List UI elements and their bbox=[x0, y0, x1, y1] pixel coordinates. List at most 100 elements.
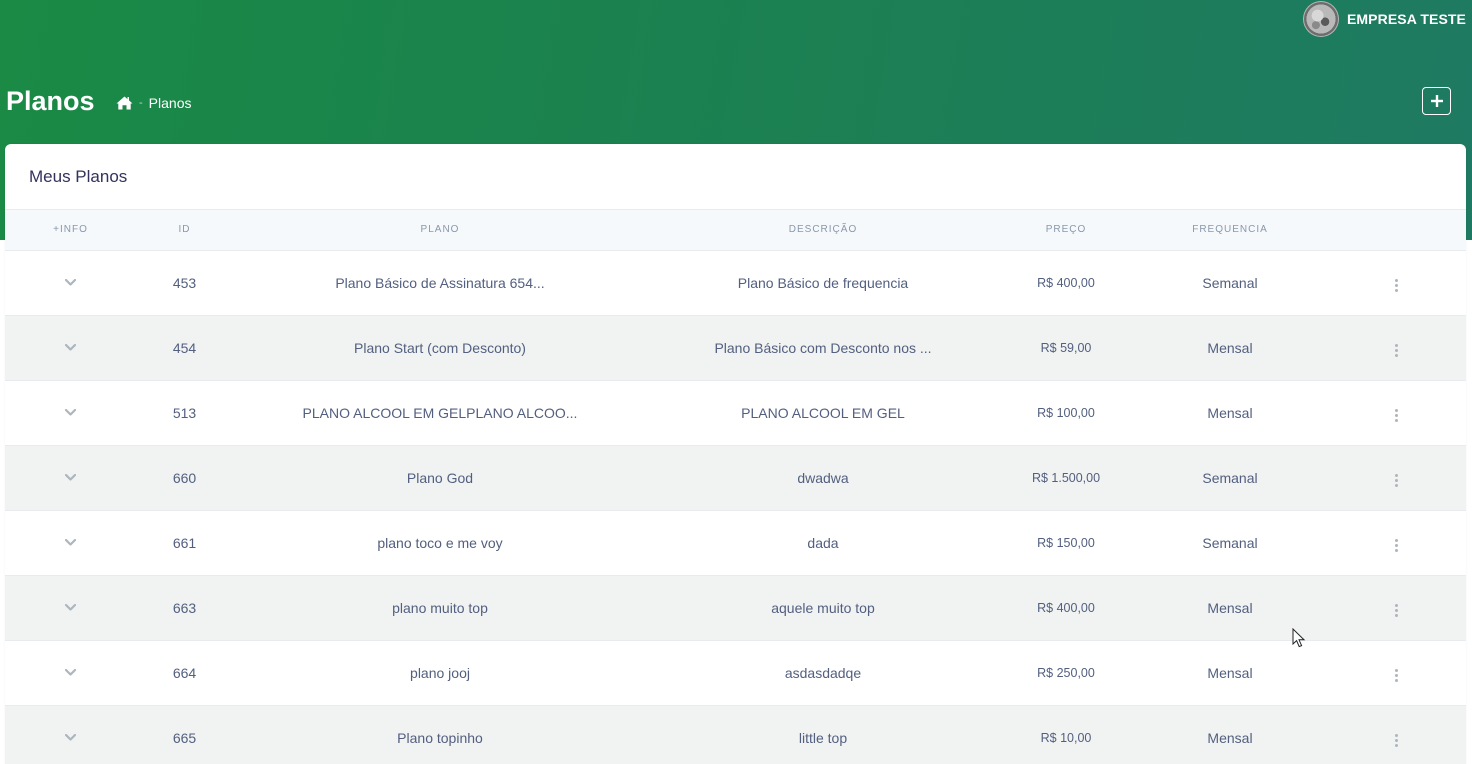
table-row[interactable]: 661 plano toco e me voy dada R$ 150,00 Seman… bbox=[5, 510, 1466, 575]
kebab-menu-icon[interactable] bbox=[1391, 732, 1402, 749]
cell-plano: plano muito top bbox=[392, 599, 488, 616]
table-header-row: +Info ID Plano Descrição Preço Frequenci… bbox=[5, 210, 1466, 251]
column-header-id: ID bbox=[136, 210, 233, 251]
cell-preco: R$ 59,00 bbox=[1040, 340, 1092, 355]
actions-cell bbox=[1327, 575, 1466, 640]
chevron-down-icon[interactable] bbox=[64, 468, 77, 484]
cell-frequencia: Semanal bbox=[1202, 274, 1258, 291]
cell-id: 665 bbox=[172, 729, 197, 746]
kebab-menu-icon[interactable] bbox=[1391, 667, 1402, 684]
expand-cell bbox=[5, 705, 136, 764]
cell-preco: R$ 400,00 bbox=[1037, 600, 1095, 615]
breadcrumb-separator: - bbox=[139, 97, 143, 109]
kebab-menu-icon[interactable] bbox=[1391, 277, 1402, 294]
cell-id: 664 bbox=[172, 664, 197, 681]
actions-cell bbox=[1327, 510, 1466, 575]
home-icon[interactable] bbox=[116, 96, 133, 110]
cell-preco: R$ 1.500,00 bbox=[1031, 470, 1101, 485]
cell-frequencia: Semanal bbox=[1202, 534, 1258, 551]
column-header-frequencia: Frequencia bbox=[1133, 210, 1327, 251]
cell-id: 661 bbox=[172, 534, 197, 551]
column-header-preco: Preço bbox=[999, 210, 1133, 251]
cell-plano: Plano Start (com Desconto) bbox=[354, 339, 526, 356]
cell-id: 453 bbox=[172, 274, 197, 291]
expand-cell bbox=[5, 575, 136, 640]
cell-frequencia: Mensal bbox=[1207, 664, 1253, 681]
expand-cell bbox=[5, 380, 136, 445]
cell-preco: R$ 100,00 bbox=[1037, 405, 1095, 420]
cell-descricao: aquele muito top bbox=[771, 599, 875, 616]
actions-cell bbox=[1327, 315, 1466, 380]
card-header: Meus Planos bbox=[5, 144, 1466, 210]
page-title: Planos bbox=[6, 86, 95, 116]
table-row[interactable]: 664 plano jooj asdasdadqe R$ 250,00 Mensal bbox=[5, 640, 1466, 705]
user-name[interactable]: EMPRESA TESTE bbox=[1347, 11, 1466, 27]
breadcrumb-current: Planos bbox=[148, 95, 192, 111]
card-title: Meus Planos bbox=[29, 166, 128, 186]
table-row[interactable]: 453 Plano Básico de Assinatura 654... Plan… bbox=[5, 250, 1466, 315]
cell-descricao: PLANO ALCOOL EM GEL bbox=[741, 404, 905, 421]
mouse-cursor-icon bbox=[1292, 628, 1306, 648]
table-row[interactable]: 660 Plano God dwadwa R$ 1.500,00 Semanal bbox=[5, 445, 1466, 510]
cell-preco: R$ 150,00 bbox=[1037, 535, 1095, 550]
cell-plano: plano toco e me voy bbox=[377, 534, 503, 551]
actions-cell bbox=[1327, 380, 1466, 445]
actions-cell bbox=[1327, 250, 1466, 315]
expand-cell bbox=[5, 640, 136, 705]
cell-descricao: Plano Básico de frequencia bbox=[737, 274, 909, 291]
cell-plano: plano jooj bbox=[410, 664, 470, 681]
actions-cell bbox=[1327, 445, 1466, 510]
kebab-menu-icon[interactable] bbox=[1391, 407, 1402, 424]
plans-card: Meus Planos +Info ID Plano Descrição Pre… bbox=[5, 144, 1466, 764]
cell-frequencia: Mensal bbox=[1207, 404, 1253, 421]
table-row[interactable]: 665 Plano topinho little top R$ 10,00 Mensal bbox=[5, 705, 1466, 764]
cell-plano: PLANO ALCOOL EM GELPLANO ALCOO... bbox=[302, 404, 578, 421]
cell-preco: R$ 250,00 bbox=[1037, 665, 1095, 680]
actions-cell bbox=[1327, 705, 1466, 764]
expand-cell bbox=[5, 510, 136, 575]
cell-preco: R$ 10,00 bbox=[1040, 730, 1092, 745]
expand-cell bbox=[5, 250, 136, 315]
chevron-down-icon[interactable] bbox=[64, 338, 77, 354]
table-row[interactable]: 663 plano muito top aquele muito top R$ 400… bbox=[5, 575, 1466, 640]
cell-descricao: dwadwa bbox=[797, 469, 849, 486]
cell-frequencia: Semanal bbox=[1202, 469, 1258, 486]
cell-preco: R$ 400,00 bbox=[1037, 275, 1095, 290]
cell-frequencia: Mensal bbox=[1207, 729, 1253, 746]
chevron-down-icon[interactable] bbox=[64, 728, 77, 744]
user-menu[interactable]: EMPRESA TESTE bbox=[1302, 1, 1466, 37]
expand-cell bbox=[5, 445, 136, 510]
cell-id: 663 bbox=[172, 599, 197, 616]
expand-cell bbox=[5, 315, 136, 380]
cell-id: 513 bbox=[172, 404, 197, 421]
avatar[interactable] bbox=[1302, 1, 1339, 37]
cell-id: 660 bbox=[172, 469, 197, 486]
cell-descricao: little top bbox=[798, 729, 848, 746]
chevron-down-icon[interactable] bbox=[64, 663, 77, 679]
kebab-menu-icon[interactable] bbox=[1391, 602, 1402, 619]
column-header-info: +Info bbox=[5, 210, 136, 251]
kebab-menu-icon[interactable] bbox=[1391, 342, 1402, 359]
column-header-plano: Plano bbox=[233, 210, 647, 251]
plus-icon bbox=[1430, 95, 1443, 107]
chevron-down-icon[interactable] bbox=[64, 533, 77, 549]
cell-descricao: dada bbox=[807, 534, 839, 551]
kebab-menu-icon[interactable] bbox=[1391, 472, 1402, 489]
column-header-descricao: Descrição bbox=[647, 210, 999, 251]
actions-cell bbox=[1327, 640, 1466, 705]
add-plan-button[interactable] bbox=[1422, 87, 1451, 115]
cell-plano: Plano God bbox=[406, 469, 474, 486]
table-row[interactable]: 454 Plano Start (com Desconto) Plano Básic… bbox=[5, 315, 1466, 380]
cell-descricao: asdasdadqe bbox=[784, 664, 862, 681]
chevron-down-icon[interactable] bbox=[64, 403, 77, 419]
chevron-down-icon[interactable] bbox=[64, 598, 77, 614]
cell-plano: Plano topinho bbox=[397, 729, 483, 746]
kebab-menu-icon[interactable] bbox=[1391, 537, 1402, 554]
table-row[interactable]: 513 PLANO ALCOOL EM GELPLANO ALCOO... PLAN… bbox=[5, 380, 1466, 445]
cell-id: 454 bbox=[172, 339, 197, 356]
column-header-actions bbox=[1327, 210, 1466, 251]
cell-frequencia: Mensal bbox=[1207, 339, 1253, 356]
chevron-down-icon[interactable] bbox=[64, 273, 77, 289]
cell-descricao: Plano Básico com Desconto nos ... bbox=[714, 339, 932, 356]
cell-plano: Plano Básico de Assinatura 654... bbox=[335, 274, 545, 291]
